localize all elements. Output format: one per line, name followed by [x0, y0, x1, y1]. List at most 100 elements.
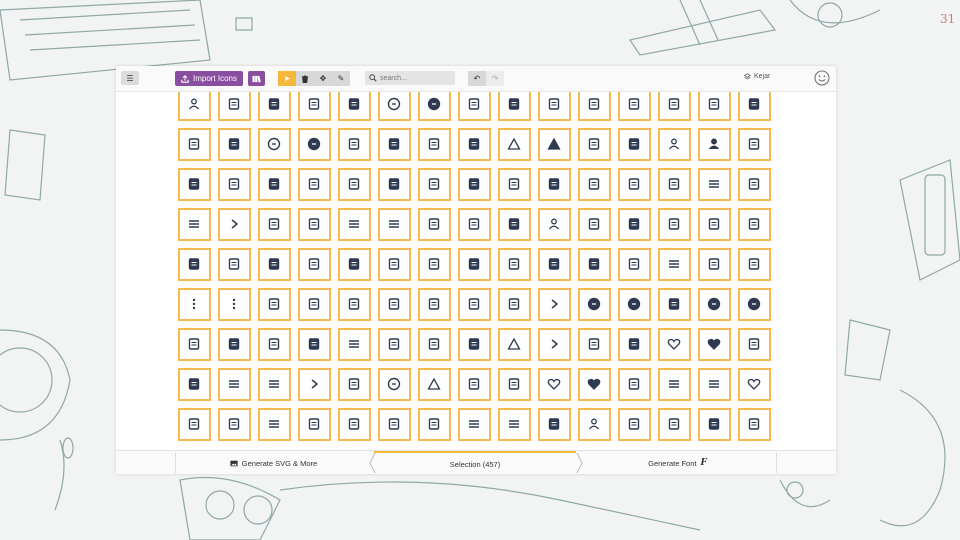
icon-cell[interactable]: [694, 244, 734, 284]
icon-cell[interactable]: [614, 284, 654, 324]
icon-tile-selected[interactable]: [417, 167, 451, 201]
icon-cell[interactable]: [654, 164, 694, 204]
icon-cell[interactable]: [334, 164, 374, 204]
icon-cell[interactable]: [694, 284, 734, 324]
icon-cell[interactable]: [174, 244, 214, 284]
icon-tile-selected[interactable]: [257, 367, 291, 401]
icon-tile-selected[interactable]: [257, 247, 291, 281]
icon-tile-selected[interactable]: [257, 287, 291, 321]
icon-tile-selected[interactable]: [657, 207, 691, 241]
icon-cell[interactable]: [574, 92, 614, 124]
icon-tile-selected[interactable]: [737, 327, 771, 361]
icon-tile-selected[interactable]: [537, 207, 571, 241]
icon-cell[interactable]: [334, 324, 374, 364]
edit-tool-button[interactable]: ✎: [332, 71, 350, 86]
icon-tile-selected[interactable]: [737, 127, 771, 161]
user-project[interactable]: Kejar: [744, 73, 770, 80]
icon-tile-selected[interactable]: [417, 127, 451, 161]
icon-tile-selected[interactable]: [697, 327, 731, 361]
icon-tile-selected[interactable]: [337, 92, 371, 121]
icon-cell[interactable]: [254, 324, 294, 364]
icon-tile-selected[interactable]: [377, 92, 411, 121]
icon-cell[interactable]: [334, 124, 374, 164]
icon-tile-selected[interactable]: [697, 247, 731, 281]
icon-cell[interactable]: [534, 404, 574, 444]
icon-cell[interactable]: [334, 284, 374, 324]
icon-tile-selected[interactable]: [257, 127, 291, 161]
icon-tile-selected[interactable]: [377, 167, 411, 201]
icon-cell[interactable]: [174, 404, 214, 444]
selection-button[interactable]: Selection (457): [374, 451, 576, 474]
icon-tile-selected[interactable]: [537, 92, 571, 121]
icon-tile-selected[interactable]: [657, 287, 691, 321]
icon-cell[interactable]: [734, 324, 774, 364]
icon-tile-selected[interactable]: [497, 287, 531, 321]
icon-cell[interactable]: [694, 324, 734, 364]
icon-cell[interactable]: [574, 364, 614, 404]
icon-tile-selected[interactable]: [577, 367, 611, 401]
icon-cell[interactable]: [374, 404, 414, 444]
icon-cell[interactable]: [614, 124, 654, 164]
icon-tile-selected[interactable]: [337, 327, 371, 361]
icon-cell[interactable]: [254, 124, 294, 164]
icon-cell[interactable]: [294, 284, 334, 324]
icon-cell[interactable]: [654, 324, 694, 364]
icon-tile-selected[interactable]: [417, 92, 451, 121]
icon-cell[interactable]: [494, 204, 534, 244]
icon-cell[interactable]: [534, 244, 574, 284]
icon-tile-selected[interactable]: [417, 327, 451, 361]
icon-tile-selected[interactable]: [177, 407, 211, 441]
icon-tile-selected[interactable]: [297, 287, 331, 321]
icon-tile-selected[interactable]: [417, 407, 451, 441]
icon-tile-selected[interactable]: [617, 92, 651, 121]
icon-tile-selected[interactable]: [177, 327, 211, 361]
icon-cell[interactable]: [214, 364, 254, 404]
icon-cell[interactable]: [494, 164, 534, 204]
icon-tile-selected[interactable]: [337, 287, 371, 321]
icon-tile-selected[interactable]: [497, 247, 531, 281]
icon-cell[interactable]: [374, 284, 414, 324]
icon-cell[interactable]: [734, 204, 774, 244]
main-menu-button[interactable]: ☰: [121, 71, 139, 85]
icon-tile-selected[interactable]: [177, 167, 211, 201]
icon-tile-selected[interactable]: [577, 92, 611, 121]
icon-tile-selected[interactable]: [177, 367, 211, 401]
delete-tool-button[interactable]: [296, 71, 314, 86]
icon-tile-selected[interactable]: [697, 92, 731, 121]
icon-cell[interactable]: [534, 324, 574, 364]
icon-tile-selected[interactable]: [217, 92, 251, 121]
icon-tile-selected[interactable]: [457, 407, 491, 441]
icon-cell[interactable]: [254, 364, 294, 404]
icon-cell[interactable]: [494, 244, 534, 284]
icon-cell[interactable]: [534, 92, 574, 124]
icon-cell[interactable]: [254, 164, 294, 204]
icon-cell[interactable]: [374, 204, 414, 244]
icon-cell[interactable]: [614, 324, 654, 364]
icon-tile-selected[interactable]: [617, 287, 651, 321]
icon-cell[interactable]: [494, 92, 534, 124]
icon-cell[interactable]: [454, 204, 494, 244]
icon-tile-selected[interactable]: [297, 207, 331, 241]
icon-cell[interactable]: [694, 124, 734, 164]
icon-tile-selected[interactable]: [417, 207, 451, 241]
icon-tile-selected[interactable]: [737, 287, 771, 321]
select-tool-button[interactable]: ➤: [278, 71, 296, 86]
icon-cell[interactable]: [214, 284, 254, 324]
icon-cell[interactable]: [454, 364, 494, 404]
icon-cell[interactable]: [614, 404, 654, 444]
icon-cell[interactable]: [454, 284, 494, 324]
icon-library-button[interactable]: [248, 71, 265, 86]
icon-cell[interactable]: [534, 284, 574, 324]
icon-cell[interactable]: [574, 244, 614, 284]
icon-tile-selected[interactable]: [457, 92, 491, 121]
icon-cell[interactable]: [654, 204, 694, 244]
icon-tile-selected[interactable]: [697, 207, 731, 241]
icon-tile-selected[interactable]: [577, 127, 611, 161]
icon-tile-selected[interactable]: [697, 367, 731, 401]
icon-cell[interactable]: [334, 404, 374, 444]
icon-cell[interactable]: [694, 204, 734, 244]
icon-cell[interactable]: [694, 404, 734, 444]
icon-cell[interactable]: [374, 124, 414, 164]
icon-tile-selected[interactable]: [657, 247, 691, 281]
icon-tile-selected[interactable]: [697, 407, 731, 441]
